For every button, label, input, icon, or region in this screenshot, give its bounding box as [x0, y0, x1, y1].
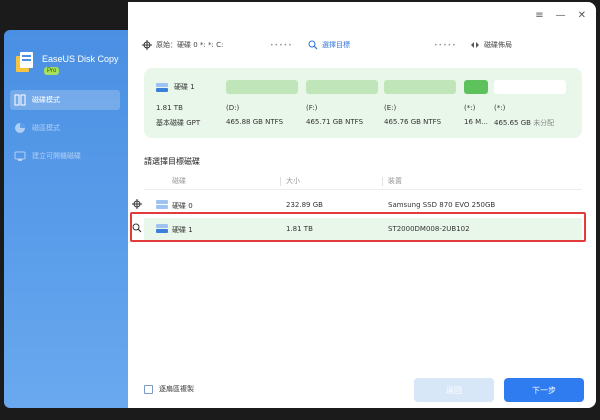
step-layout: 磁碟佈局 [470, 40, 512, 50]
disk-size: 1.81 TB [156, 104, 183, 112]
sidebar-item-bootable-disk[interactable]: 建立可開機磁碟 [10, 146, 120, 166]
partition-label: (F:) [306, 104, 318, 112]
step-dots: ••••• [434, 42, 457, 49]
disk-name: 硬碟 0 [172, 202, 193, 210]
partition-size: 465.65 GB 未分配 [494, 119, 555, 127]
section-title: 請選擇目標磁碟 [144, 157, 200, 166]
target-search-icon [132, 223, 142, 233]
column-header-disk[interactable]: 磁碟 [172, 176, 186, 186]
partition-size: 465.76 GB NTFS [384, 118, 442, 126]
partition-size: 465.71 GB NTFS [306, 118, 364, 126]
app-name: EaseUS Disk Copy [42, 54, 119, 64]
partition-bar-unallocated[interactable] [494, 80, 566, 94]
table-header: 磁碟 大小 裝置 [144, 176, 582, 190]
main-panel: ≡ — ✕ 原始：硬碟 0 *: *: C: ••••• 選擇目標 ••••• … [128, 2, 596, 408]
table-row-disk-1[interactable]: 硬碟 1 1.81 TB ST2000DM008-2UB102 [132, 218, 582, 240]
step-dots: ••••• [270, 42, 293, 49]
pro-badge: Pro [44, 67, 60, 75]
step-layout-label: 磁碟佈局 [484, 41, 512, 49]
partition-bar-f[interactable] [306, 80, 378, 94]
step-indicator: 原始：硬碟 0 *: *: C: ••••• 選擇目標 ••••• 磁碟佈局 [142, 40, 582, 54]
disk-size: 1.81 TB [286, 225, 313, 233]
disk-size: 232.89 GB [286, 201, 323, 209]
sector-by-sector-option[interactable]: 逐扇區複製 [144, 384, 194, 394]
next-button[interactable]: 下一步 [504, 378, 584, 402]
partition-label: (*:) [494, 104, 506, 112]
step-target-label: 選擇目標 [322, 41, 350, 49]
sidebar: EaseUS Disk Copy Pro 磁碟模式 磁區模式 建立可開機磁碟 [4, 30, 128, 408]
disk-name: 硬碟 1 [156, 82, 195, 92]
target-disk-preview: 硬碟 1 1.81 TB 基本磁碟 GPT (D:) 465.88 GB NTF… [144, 68, 582, 138]
crosshair-icon [142, 40, 152, 50]
sector-by-sector-checkbox[interactable] [144, 384, 153, 394]
disk-icon [156, 200, 168, 209]
partition-bar-d[interactable] [226, 80, 298, 94]
close-icon[interactable]: ✕ [578, 10, 586, 21]
partition-mode-icon [15, 123, 25, 133]
source-crosshair-icon [132, 199, 142, 209]
partition-label: (*:) [464, 104, 476, 112]
app-logo: EaseUS Disk Copy Pro [14, 50, 126, 90]
step-source: 原始：硬碟 0 *: *: C: [142, 40, 223, 50]
disk-device: Samsung SSD 870 EVO 250GB [388, 201, 496, 209]
sidebar-item-label: 建立可開機磁碟 [32, 152, 81, 160]
app-window: EaseUS Disk Copy Pro 磁碟模式 磁區模式 建立可開機磁碟 ≡… [0, 0, 600, 420]
layout-arrows-icon [471, 42, 479, 48]
menu-icon[interactable]: ≡ [535, 10, 543, 21]
disk-icon [156, 82, 168, 92]
table-row-disk-0[interactable]: 硬碟 0 232.89 GB Samsung SSD 870 EVO 250GB [132, 194, 582, 216]
column-header-size[interactable]: 大小 [286, 176, 300, 186]
column-separator [280, 177, 281, 186]
target-search-icon [308, 40, 318, 50]
partition-bar-e[interactable] [384, 80, 456, 94]
partition-size: 16 M... [464, 118, 488, 126]
column-separator [382, 177, 383, 186]
disk-mode-icon [14, 94, 26, 106]
partition-label: (D:) [226, 104, 240, 112]
titlebar-controls: ≡ — ✕ [535, 10, 586, 21]
bootable-disk-icon [14, 151, 26, 161]
partition-bar-small[interactable] [464, 80, 488, 94]
unallocated-label: 未分配 [533, 119, 555, 127]
partition-label: (E:) [384, 104, 397, 112]
disk-name: 硬碟 1 [172, 226, 193, 234]
column-header-device[interactable]: 裝置 [388, 176, 402, 186]
sidebar-item-label: 磁碟模式 [32, 96, 60, 104]
disk-copy-logo-icon [16, 52, 33, 72]
disk-icon [156, 224, 168, 233]
sidebar-item-label: 磁區模式 [32, 124, 60, 132]
minimize-icon[interactable]: — [556, 10, 566, 21]
sidebar-item-disk-mode[interactable]: 磁碟模式 [10, 90, 120, 110]
disk-device: ST2000DM008-2UB102 [388, 225, 470, 233]
partition-size: 465.88 GB NTFS [226, 118, 284, 126]
step-source-label: 原始：硬碟 0 *: *: C: [156, 41, 224, 49]
sector-by-sector-label: 逐扇區複製 [159, 385, 194, 393]
disk-type: 基本磁碟 GPT [156, 119, 201, 127]
back-button[interactable]: 返回 [414, 378, 494, 402]
step-target: 選擇目標 [308, 40, 350, 50]
sidebar-item-partition-mode[interactable]: 磁區模式 [10, 118, 120, 138]
